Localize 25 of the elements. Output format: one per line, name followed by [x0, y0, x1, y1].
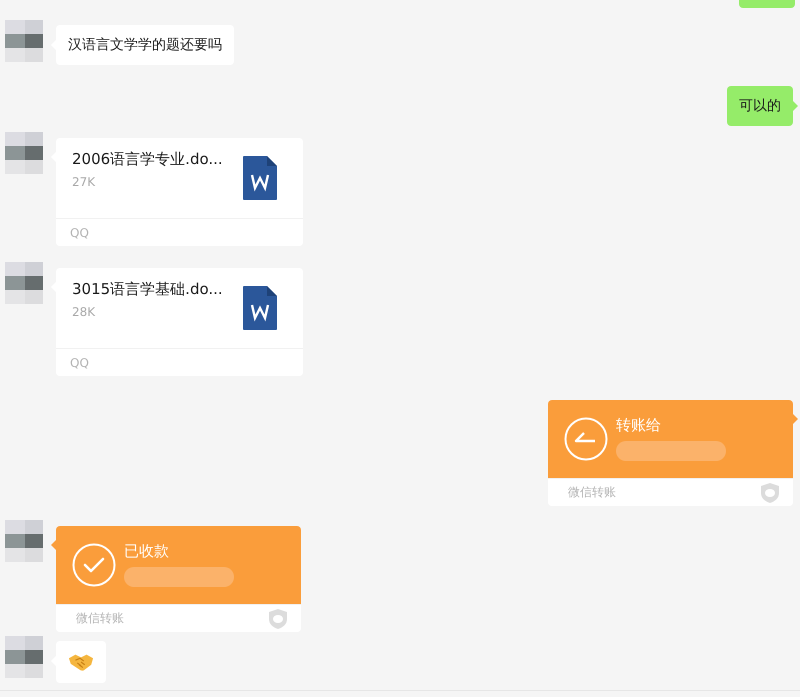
avatar-icon [5, 262, 43, 304]
shield-icon [761, 482, 779, 502]
file-card[interactable]: 2006语言学专业.do... 27K QQ [56, 138, 303, 246]
word-document-icon [243, 286, 277, 330]
avatar-icon [5, 636, 43, 678]
handshake-icon [68, 652, 94, 672]
word-document-icon [243, 156, 277, 200]
file-card[interactable]: 3015语言学基础.do... 28K QQ [56, 268, 303, 376]
transfer-status: 已收款 [124, 542, 170, 561]
transfer-status: 转账给 [616, 416, 662, 435]
transfer-label: 微信转账 [568, 484, 616, 501]
file-source: QQ [70, 226, 89, 240]
message-text: 汉语言文学学的题还要吗 [68, 36, 222, 54]
avatar-icon [5, 132, 43, 174]
avatar-icon [5, 520, 43, 562]
avatar-icon [5, 20, 43, 62]
check-circle-icon [72, 543, 116, 587]
file-source: QQ [70, 356, 89, 370]
transfer-label: 微信转账 [76, 610, 124, 627]
file-name: 3015语言学基础.do... [72, 280, 223, 299]
message-text: 可以的 [739, 97, 781, 115]
file-size: 27K [72, 175, 96, 189]
file-size: 28K [72, 305, 96, 319]
shield-icon [269, 608, 287, 628]
file-name: 2006语言学专业.do... [72, 150, 223, 169]
